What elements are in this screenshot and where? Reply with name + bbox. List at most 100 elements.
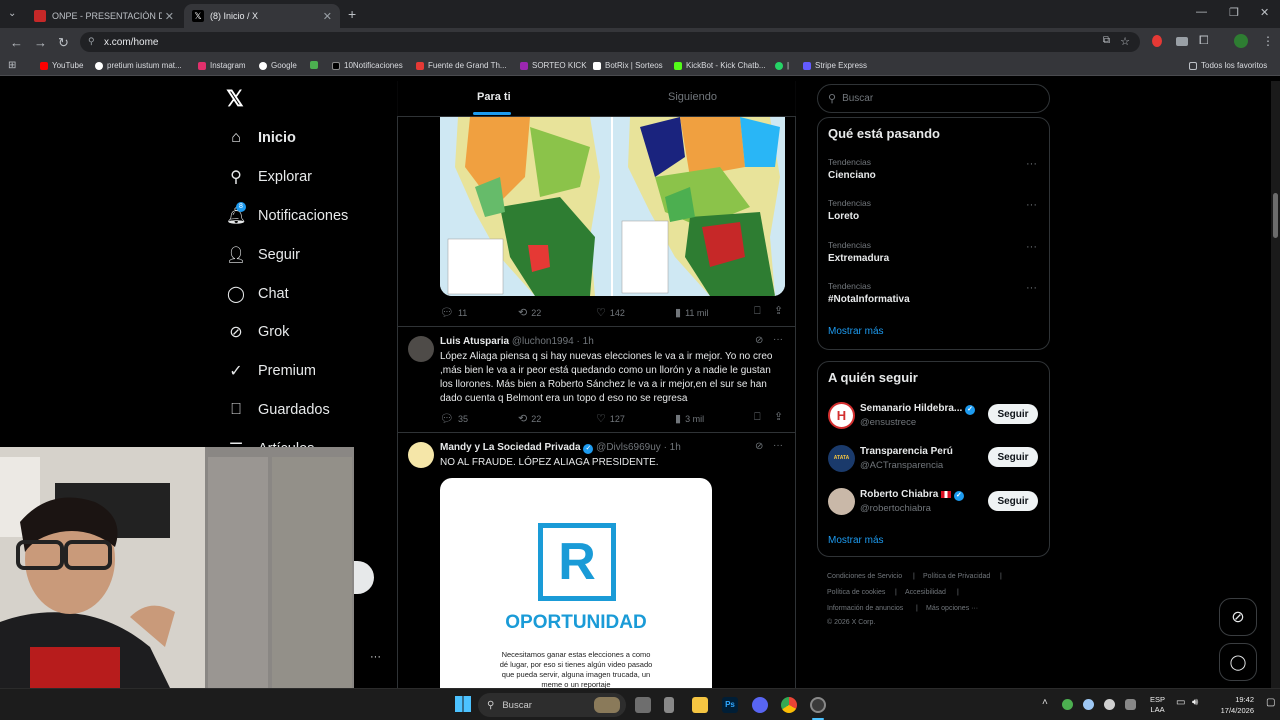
nav-notifications[interactable]: 🔔︎ 8 Notificaciones <box>226 202 348 230</box>
share-icon[interactable]: ⇪ <box>774 410 783 423</box>
bookmark-10notificaciones[interactable]: 10Notificaciones <box>332 61 403 70</box>
trend-name[interactable]: Extremadura <box>828 253 889 264</box>
grok-float-button[interactable]: ⊘ <box>1219 598 1257 636</box>
footer-link[interactable]: Accesibilidad <box>905 589 946 596</box>
new-tab-icon[interactable]: + <box>348 6 356 22</box>
tab-for-you[interactable]: Para ti <box>477 91 511 103</box>
input-language[interactable]: ESP LAA <box>1150 695 1165 715</box>
trends-show-more[interactable]: Mostrar más <box>828 326 884 337</box>
avatar[interactable]: ATATA <box>828 445 855 472</box>
minimize-icon[interactable]: — <box>1196 6 1207 18</box>
bookmark-kickbot[interactable]: KickBot - Kick Chatb... <box>674 61 766 70</box>
follow-name[interactable]: Semanario Hildebra... ✓ <box>860 403 976 415</box>
trend-name[interactable]: Loreto <box>828 211 859 222</box>
nav-bookmarks[interactable]: ⎕ Guardados <box>226 396 330 424</box>
follow-show-more[interactable]: Mostrar más <box>828 535 884 546</box>
tweet-more-icon[interactable]: ··· <box>773 334 783 345</box>
messages-float-button[interactable]: ◯ <box>1219 643 1257 681</box>
bookmark-grand-theft[interactable]: Fuente de Grand Th... <box>416 61 507 70</box>
clock[interactable]: 19:42 17/4/2026 <box>1210 694 1254 716</box>
tweet3-handle[interactable]: @Divls6969uy · 1h <box>596 442 681 453</box>
app-icon[interactable] <box>664 697 674 713</box>
all-bookmarks[interactable]: Todos los favoritos <box>1189 61 1267 70</box>
bookmark-star-icon[interactable]: ☆ <box>1120 35 1130 48</box>
tray-app-icon[interactable] <box>1125 699 1136 710</box>
page-scrollbar[interactable] <box>1271 81 1280 688</box>
follow-button[interactable]: Seguir <box>988 491 1038 511</box>
views-action[interactable]: ▮ 3 mil <box>675 412 704 425</box>
tweet3-author[interactable]: Mandy y La Sociedad Privada <box>440 442 581 453</box>
follow-name[interactable]: Transparencia Perú <box>860 446 953 457</box>
nav-premium[interactable]: ✓ Premium <box>226 357 316 385</box>
avatar[interactable] <box>828 488 855 515</box>
file-explorer-icon[interactable] <box>692 697 708 713</box>
extension2-icon[interactable] <box>1176 37 1188 46</box>
more-options-icon[interactable]: ··· <box>370 651 381 663</box>
nav-home[interactable]: ⌂ Inicio <box>226 124 296 152</box>
tab-onpe[interactable]: ONPE - PRESENTACIÓN DE RES ✕ <box>26 4 182 28</box>
extensions-puzzle-icon[interactable]: ⧠ <box>1199 33 1209 48</box>
trend-more-icon[interactable]: ··· <box>1026 199 1037 211</box>
start-windows-icon[interactable] <box>455 696 471 712</box>
tray-app-icon[interactable] <box>1062 699 1073 710</box>
tweet-more-icon[interactable]: ··· <box>773 440 783 451</box>
close-tab-icon[interactable]: ✕ <box>323 10 332 23</box>
follow-button[interactable]: Seguir <box>988 447 1038 467</box>
nav-grok[interactable]: ⊘ Grok <box>226 318 289 346</box>
back-icon[interactable]: ← <box>10 35 23 50</box>
views-action[interactable]: ▮ 11 mil <box>675 306 708 319</box>
tab-x-home[interactable]: 𝕏 (8) Inicio / X ✕ <box>184 4 340 28</box>
tweet3-image-card[interactable]: R OPORTUNIDAD Necesitamos ganar estas el… <box>440 478 712 688</box>
footer-link[interactable]: Información de anuncios <box>827 605 903 612</box>
trend-more-icon[interactable]: ··· <box>1026 282 1037 294</box>
trend-more-icon[interactable]: ··· <box>1026 158 1037 170</box>
tweet2-author[interactable]: Luis Atusparia <box>440 336 509 347</box>
close-window-icon[interactable]: ✕ <box>1260 6 1269 19</box>
profile-avatar-icon[interactable] <box>1234 34 1248 48</box>
apps-grid-icon[interactable]: ⊞ <box>8 60 16 71</box>
like-action[interactable]: ♡ 142 <box>596 306 625 319</box>
avatar[interactable] <box>408 336 434 362</box>
collapsed-sidebar-button[interactable] <box>354 561 374 594</box>
nav-chat[interactable]: ◯ Chat <box>226 280 289 308</box>
chrome-icon[interactable] <box>781 697 797 713</box>
reply-action[interactable]: 💬︎ 35 <box>440 412 468 425</box>
follow-button[interactable]: Seguir <box>988 404 1038 424</box>
network-icon[interactable]: ▭ <box>1176 697 1185 708</box>
like-action[interactable]: ♡ 127 <box>596 412 625 425</box>
reload-icon[interactable]: ↻ <box>58 35 69 51</box>
footer-link[interactable]: Más opciones ··· <box>926 605 978 612</box>
tray-app-icon[interactable] <box>1083 699 1094 710</box>
omnibox[interactable]: ⚲ x.com/home ⧉ ☆ <box>80 32 1140 52</box>
share-icon[interactable]: ⇪ <box>774 304 783 317</box>
footer-link[interactable]: Política de Privacidad <box>923 573 990 580</box>
volume-icon[interactable]: 🔊︎ <box>1192 697 1198 708</box>
bookmark-color-icon[interactable] <box>310 61 322 69</box>
photoshop-icon[interactable]: Ps <box>722 697 738 713</box>
trend-name[interactable]: #NotaInformativa <box>828 294 910 305</box>
site-info-icon[interactable]: ⚲ <box>88 36 95 47</box>
footer-link[interactable]: Condiciones de Servicio <box>827 573 902 580</box>
nav-explore[interactable]: ⚲ Explorar <box>226 163 312 191</box>
bookmark-sorteo-kick[interactable]: SORTEO KICK <box>520 61 587 70</box>
retweet-action[interactable]: ⟲ 22 <box>518 412 541 425</box>
tweet2-handle[interactable]: @luchon1994 · 1h <box>512 336 594 347</box>
scrollbar-thumb[interactable] <box>1273 193 1278 238</box>
task-view-icon[interactable] <box>635 697 651 713</box>
browser-menu-icon[interactable]: ⋮ <box>1262 34 1274 48</box>
bookmark-botrix[interactable]: BotRix | Sorteos <box>593 61 663 70</box>
reply-action[interactable]: 💬︎ 11 <box>440 306 467 319</box>
avatar[interactable]: H <box>828 402 855 429</box>
app-active-icon[interactable] <box>810 697 826 713</box>
extension-icon[interactable] <box>1152 35 1162 47</box>
trend-more-icon[interactable]: ··· <box>1026 241 1037 253</box>
x-logo-icon[interactable]: 𝕏 <box>226 86 244 112</box>
follow-name[interactable]: Roberto Chiabra ✓ <box>860 489 964 501</box>
forward-icon[interactable]: → <box>34 35 47 50</box>
grok-tweet-icon[interactable]: ⊘ <box>755 441 763 452</box>
trend-name[interactable]: Cienciano <box>828 170 876 181</box>
footer-link[interactable]: Política de cookies <box>827 589 885 596</box>
bookmark-stripe[interactable]: Stripe Express <box>803 61 867 70</box>
tab-following[interactable]: Siguiendo <box>668 91 717 103</box>
notification-center-icon[interactable]: ▢ <box>1266 697 1275 708</box>
